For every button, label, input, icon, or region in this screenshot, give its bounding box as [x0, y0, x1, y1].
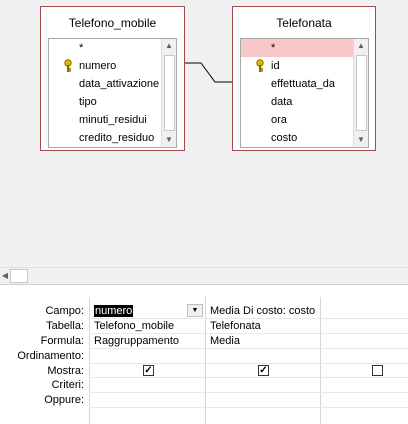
column-divider: [89, 297, 90, 424]
field-name: numero: [79, 60, 117, 72]
column-divider: [205, 297, 206, 424]
field-name: id: [271, 60, 280, 72]
checkmark-icon: ✓: [259, 365, 268, 376]
field-row-star[interactable]: *: [49, 39, 176, 57]
query-design-grid[interactable]: Campo: Tabella: Formula: Ordinamento: Mo…: [0, 297, 408, 424]
row-label-campo: Campo:: [45, 305, 84, 317]
query-design-pane[interactable]: Telefono_mobile * numero data_attivazion…: [0, 0, 408, 267]
row-divider: [89, 407, 408, 408]
table-telefonata[interactable]: Telefonata * id effettuata_da data ora c…: [232, 6, 376, 151]
field-list-scrollbar[interactable]: ▲ ▼: [161, 39, 176, 147]
field-name: credito_residuo: [79, 132, 155, 144]
scrollbar-thumb[interactable]: [10, 269, 28, 283]
field-name: tipo: [79, 96, 97, 108]
row-label-mostra: Mostra:: [47, 365, 84, 377]
scroll-up-arrow-icon[interactable]: ▲: [354, 39, 368, 53]
field-row-tipo[interactable]: tipo: [49, 93, 176, 111]
field-name: data: [271, 96, 293, 108]
table-title[interactable]: Telefono_mobile: [41, 7, 184, 39]
checkmark-icon: ✓: [144, 365, 153, 376]
ordinamento-cell[interactable]: [207, 349, 320, 363]
campo-value: numero: [94, 305, 134, 317]
oppure-cell[interactable]: [207, 393, 320, 407]
scroll-up-arrow-icon[interactable]: ▲: [162, 39, 176, 53]
mostra-checkbox[interactable]: ✓: [258, 365, 269, 376]
field-list-scrollbar[interactable]: ▲ ▼: [353, 39, 368, 147]
field-name: *: [271, 42, 276, 54]
tabella-cell[interactable]: Telefonata: [207, 319, 320, 333]
row-divider: [89, 363, 408, 364]
criteri-cell[interactable]: [207, 378, 320, 392]
campo-cell[interactable]: [322, 304, 408, 318]
ordinamento-cell[interactable]: [91, 349, 204, 363]
field-row-numero[interactable]: numero: [49, 57, 176, 75]
field-row-credito-residuo[interactable]: credito_residuo: [49, 129, 176, 147]
oppure-cell[interactable]: [91, 393, 204, 407]
scroll-down-arrow-icon[interactable]: ▼: [162, 133, 176, 147]
field-name: data_attivazione: [79, 78, 160, 90]
field-list[interactable]: * numero data_attivazione tipo minuti_re…: [48, 38, 177, 148]
mostra-checkbox[interactable]: [372, 365, 383, 376]
row-label-formula: Formula:: [40, 335, 84, 347]
design-pane-hscrollbar[interactable]: ◀: [0, 267, 408, 284]
field-name: minuti_residui: [79, 114, 147, 126]
primary-key-icon: [256, 59, 264, 72]
scrollbar-thumb[interactable]: [164, 55, 175, 131]
mostra-checkbox[interactable]: ✓: [143, 365, 154, 376]
pane-splitter[interactable]: [0, 284, 408, 297]
field-row-data[interactable]: data: [241, 93, 368, 111]
field-row-costo[interactable]: costo: [241, 129, 368, 147]
row-label-ordinamento: Ordinamento:: [17, 350, 84, 362]
formula-cell[interactable]: Media: [207, 334, 320, 348]
scroll-down-arrow-icon[interactable]: ▼: [354, 133, 368, 147]
field-row-ora[interactable]: ora: [241, 111, 368, 129]
field-row-data-attivazione[interactable]: data_attivazione: [49, 75, 176, 93]
field-row-star[interactable]: *: [241, 39, 368, 57]
table-telefono-mobile[interactable]: Telefono_mobile * numero data_attivazion…: [40, 6, 185, 151]
row-label-oppure: Oppure:: [44, 394, 84, 406]
campo-field-input[interactable]: numero: [91, 304, 188, 318]
field-row-id[interactable]: id: [241, 57, 368, 75]
formula-cell[interactable]: Raggruppamento: [91, 334, 204, 348]
row-label-tabella: Tabella:: [46, 320, 84, 332]
field-name: costo: [271, 132, 298, 144]
criteri-cell[interactable]: [91, 378, 204, 392]
dropdown-arrow-icon[interactable]: ▼: [187, 304, 203, 317]
field-row-minuti-residui[interactable]: minuti_residui: [49, 111, 176, 129]
tabella-cell[interactable]: Telefono_mobile: [91, 319, 204, 333]
scroll-left-arrow-icon[interactable]: ◀: [0, 269, 10, 283]
field-list[interactable]: * id effettuata_da data ora costo ▲ ▼: [240, 38, 369, 148]
row-label-criteri: Criteri:: [51, 379, 84, 391]
campo-cell[interactable]: Media Di costo: costo: [207, 304, 322, 318]
scrollbar-thumb[interactable]: [356, 55, 367, 131]
field-row-effettuata-da[interactable]: effettuata_da: [241, 75, 368, 93]
primary-key-icon: [64, 59, 72, 72]
field-name: *: [79, 42, 84, 54]
field-name: effettuata_da: [271, 78, 336, 90]
field-name: ora: [271, 114, 287, 126]
table-title[interactable]: Telefonata: [233, 7, 375, 39]
